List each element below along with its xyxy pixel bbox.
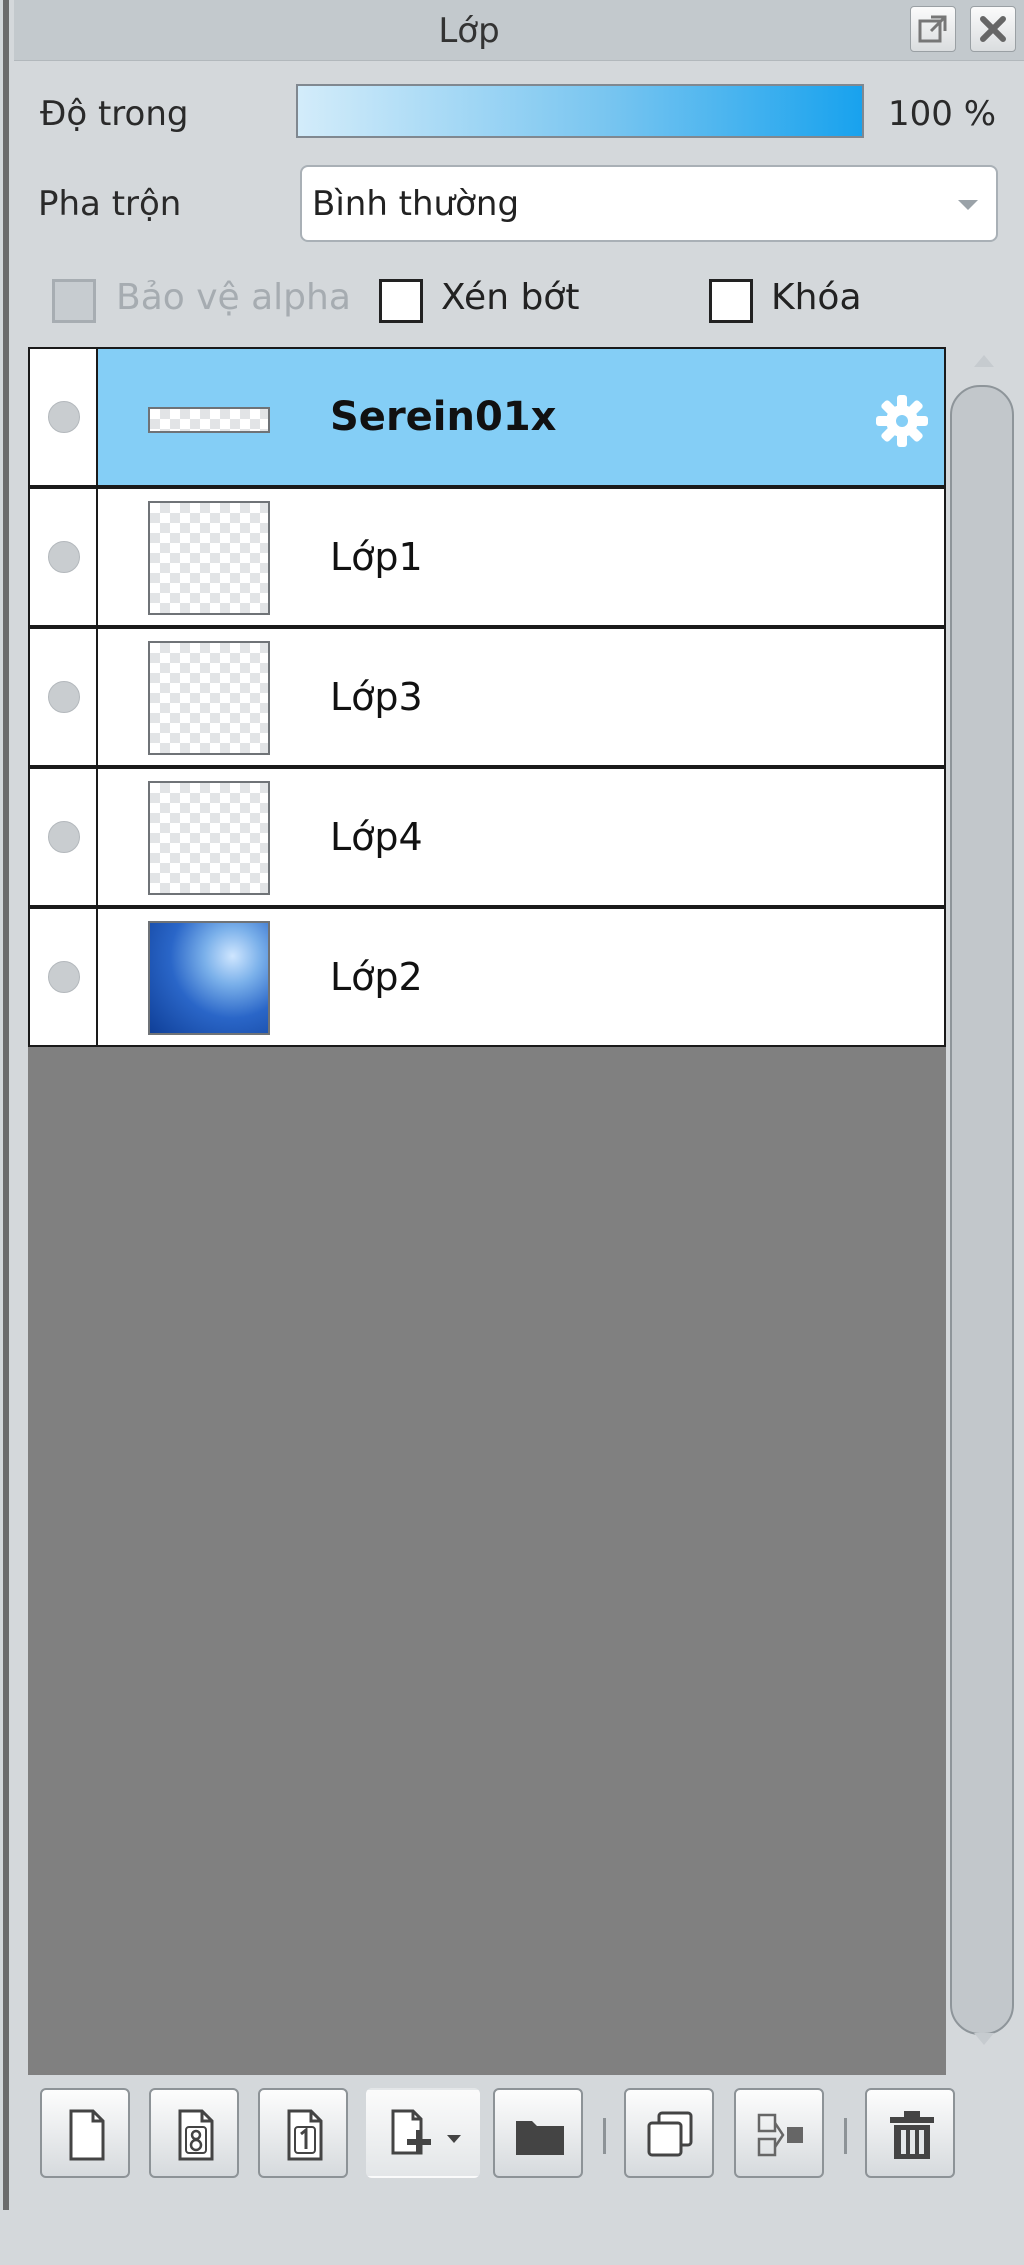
duplicate-layer-icon [647,2111,693,2157]
opacity-slider-fill [298,86,862,136]
lock-label: Khóa [771,277,862,318]
opacity-label: Độ trong [40,94,189,134]
visibility-toggle[interactable] [30,489,98,625]
visibility-dot-icon [48,961,80,993]
visibility-dot-icon [48,541,80,573]
new-1bit-layer-button[interactable] [258,2088,348,2178]
visibility-dot-icon [48,401,80,433]
close-panel-button[interactable] [970,6,1016,52]
duplicate-layer-button[interactable] [624,2088,714,2178]
opacity-value: 100 % [888,94,997,134]
protect-alpha-label: Bảo vệ alpha [116,277,351,318]
scrollbar-thumb[interactable] [950,385,1014,2035]
layer-name: Lớp4 [330,815,423,859]
visibility-dot-icon [48,681,80,713]
panel-title-bar[interactable]: Lớp [14,0,1024,61]
layer-row[interactable]: Lớp4 [28,767,946,907]
new-layer-menu-icon [391,2109,461,2155]
new-8bit-layer-button[interactable] [149,2088,239,2178]
visibility-toggle[interactable] [30,909,98,1045]
new-layer-button[interactable] [40,2088,130,2178]
protect-alpha-checkbox[interactable] [52,279,96,323]
layer-name: Lớp1 [330,535,423,579]
chevron-down-icon [958,200,978,210]
gear-icon[interactable] [872,391,932,451]
layer-row[interactable]: Lớp1 [28,487,946,627]
visibility-dot-icon [48,821,80,853]
layer-name: Lớp2 [330,955,423,999]
layer-row[interactable]: Lớp3 [28,627,946,767]
blend-mode-select[interactable]: Bình thường [300,165,998,242]
toolbar-separator [844,2118,847,2154]
new-1bit-layer-icon [287,2109,323,2161]
new-folder-icon [516,2121,564,2155]
layer-toolbar [28,2078,1018,2188]
opacity-slider[interactable] [296,84,864,138]
layer-thumbnail [148,501,270,615]
trash-icon [890,2111,934,2159]
layer-row-folder[interactable]: Serein01x [28,347,946,487]
close-icon [980,16,1006,42]
panel-title: Lớp [438,11,500,51]
layer-list-scrollbar[interactable] [950,355,1016,2045]
merge-down-icon [757,2113,803,2157]
scroll-down-icon[interactable] [974,2033,994,2045]
layer-name: Serein01x [330,394,557,440]
layer-thumbnail [148,641,270,755]
layer-thumbnail [148,781,270,895]
visibility-toggle[interactable] [30,629,98,765]
layer-name: Lớp3 [330,675,423,719]
window-edge [0,0,10,2265]
detach-panel-button[interactable] [910,6,956,52]
scroll-up-icon[interactable] [974,355,994,367]
toolbar-separator [603,2118,606,2154]
lock-checkbox[interactable] [709,279,753,323]
clip-label: Xén bớt [441,277,580,318]
layer-thumbnail [148,921,270,1035]
new-folder-button[interactable] [493,2088,583,2178]
layer-thumbnail [148,407,270,433]
layer-list[interactable]: Serein01x Lớp1 Lớp3 Lớp4 Lớp2 [28,347,946,2075]
new-layer-menu-button[interactable] [366,2088,480,2178]
new-layer-icon [69,2109,105,2161]
blend-mode-label: Pha trộn [38,184,182,224]
layer-row[interactable]: Lớp2 [28,907,946,1047]
visibility-toggle[interactable] [30,349,98,485]
detach-icon [918,15,947,43]
delete-layer-button[interactable] [865,2088,955,2178]
merge-down-button[interactable] [734,2088,824,2178]
blend-mode-value: Bình thường [312,184,520,224]
clip-checkbox[interactable] [379,279,423,323]
new-8bit-layer-icon [178,2109,214,2161]
visibility-toggle[interactable] [30,769,98,905]
